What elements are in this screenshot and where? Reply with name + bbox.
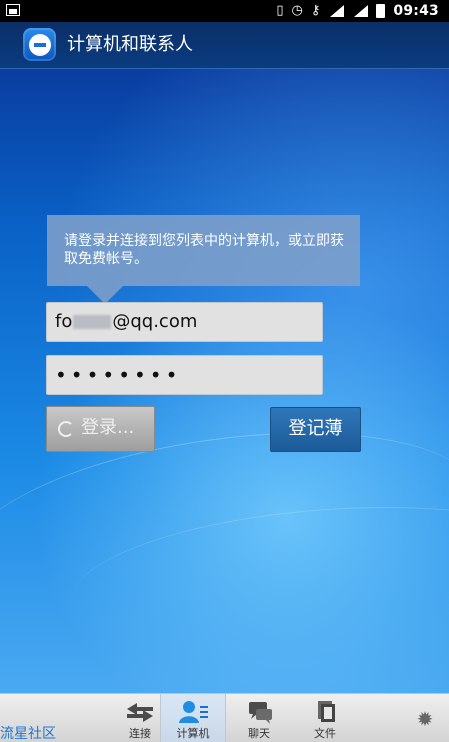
teamviewer-logo-icon[interactable]	[23, 28, 56, 61]
nav-label: 聊天	[248, 727, 270, 740]
arrows-icon	[127, 703, 153, 722]
chat-icon	[249, 702, 272, 724]
teamviewer-screen: ▯ ◷ ⚷ 09:43 计算机和联系人 请登录并连接到您列表中的计算机，或立即获…	[0, 0, 449, 742]
contacts-list-icon	[179, 701, 208, 723]
email-suffix: @qq.com	[112, 311, 198, 332]
login-content: 请登录并连接到您列表中的计算机，或立即获取免费帐号。 fo @qq.com •••…	[0, 69, 449, 693]
email-prefix: fo	[55, 311, 73, 332]
battery-icon	[376, 4, 386, 18]
login-tooltip: 请登录并连接到您列表中的计算机，或立即获取免费帐号。	[47, 215, 360, 304]
image-notification-icon	[6, 4, 20, 16]
register-button-label: 登记薄	[288, 418, 343, 439]
files-icon	[318, 701, 335, 722]
register-button[interactable]: 登记薄	[270, 407, 361, 452]
masked-email-part	[73, 315, 112, 329]
tooltip-text: 请登录并连接到您列表中的计算机，或立即获取免费帐号。	[64, 233, 344, 267]
status-time: 09:43	[393, 3, 439, 19]
nav-item-files[interactable]: 文件	[292, 694, 358, 742]
wifi-signal-icon	[328, 5, 345, 17]
password-field[interactable]: ••••••••	[46, 355, 323, 395]
bottom-navigation: 流星社区 连接 计算机 聊天 文件 ✹	[0, 693, 449, 742]
login-button-label: 登录...	[81, 417, 135, 438]
password-mask: ••••••••	[55, 363, 182, 387]
logo-arrow-icon	[28, 33, 51, 56]
nav-label: 计算机	[176, 727, 210, 740]
loading-spinner-icon	[58, 421, 74, 437]
community-link[interactable]: 流星社区	[0, 726, 56, 742]
gear-icon[interactable]: ✹	[415, 709, 435, 729]
nav-label: 文件	[314, 727, 336, 740]
nav-item-computers[interactable]: 计算机	[160, 694, 226, 742]
login-button[interactable]: 登录...	[46, 406, 155, 452]
alarm-icon: ◷	[291, 3, 303, 18]
page-title: 计算机和联系人	[67, 34, 193, 55]
app-bar: 计算机和联系人	[0, 22, 449, 69]
status-bar: ▯ ◷ ⚷ 09:43	[0, 0, 449, 22]
email-field[interactable]: fo @qq.com	[46, 302, 323, 342]
cell-signal-icon	[352, 5, 369, 17]
status-icons: ▯ ◷ ⚷ 09:43	[276, 2, 439, 20]
vibrate-icon: ▯	[276, 3, 284, 18]
nav-item-chat[interactable]: 聊天	[226, 694, 292, 742]
vpn-key-icon: ⚷	[310, 3, 321, 18]
